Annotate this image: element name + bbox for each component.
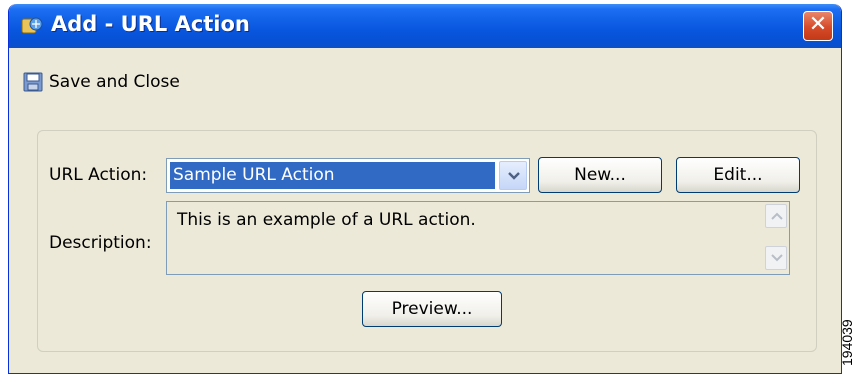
description-text: This is an example of a URL action. — [177, 210, 476, 230]
url-action-label: URL Action: — [49, 165, 148, 185]
description-label: Description: — [49, 233, 152, 253]
save-and-close-label: Save and Close — [49, 72, 180, 92]
scroll-up-button[interactable] — [765, 204, 787, 228]
dropdown-button[interactable] — [499, 161, 527, 190]
figure-id: 194039 — [839, 319, 855, 366]
save-icon — [23, 72, 43, 92]
url-action-icon — [21, 16, 43, 36]
chevron-down-icon — [771, 254, 783, 262]
edit-button[interactable]: Edit... — [676, 157, 800, 193]
close-button[interactable]: ✕ — [803, 11, 833, 41]
preview-button[interactable]: Preview... — [362, 291, 502, 327]
description-scrollbar[interactable] — [765, 204, 787, 272]
url-action-selected-value: Sample URL Action — [170, 162, 495, 189]
save-and-close-button[interactable]: Save and Close — [23, 68, 180, 96]
description-field[interactable]: This is an example of a URL action. — [166, 201, 790, 275]
chevron-down-icon — [508, 172, 520, 180]
window-title: Add - URL Action — [51, 12, 250, 36]
title-bar[interactable]: Add - URL Action ✕ — [9, 4, 841, 48]
new-button[interactable]: New... — [538, 157, 662, 193]
scroll-down-button[interactable] — [765, 246, 787, 270]
add-url-action-dialog: Add - URL Action ✕ Save and Close URL Ac… — [8, 4, 842, 374]
chevron-up-icon — [771, 212, 783, 220]
url-action-select[interactable]: Sample URL Action — [166, 158, 530, 193]
close-icon: ✕ — [808, 12, 828, 37]
